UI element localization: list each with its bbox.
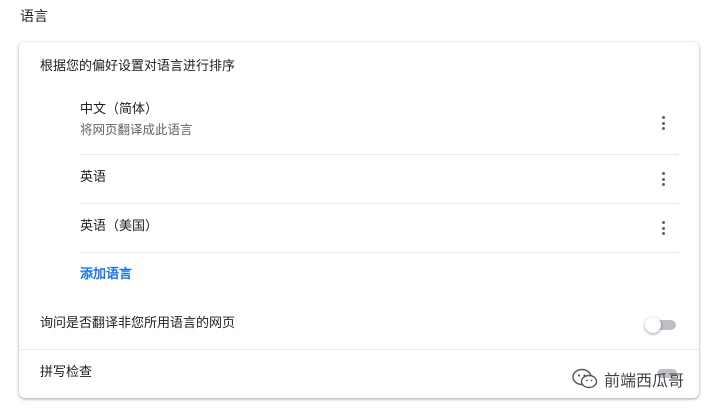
languages-section-title: 语言 (20, 9, 48, 25)
more-vert-icon-dot (661, 183, 665, 186)
wechat-icon (572, 368, 598, 389)
divider (80, 252, 679, 253)
offer-translate-label: 询问是否翻译非您所用语言的网页 (40, 316, 236, 331)
more-vert-icon (661, 221, 665, 224)
language-item-english-us: 英语（美国） (80, 204, 679, 252)
more-vert-icon-dot (661, 226, 665, 230)
language-item-chinese-simplified: 中文（简体） 将网页翻译成此语言 (80, 100, 679, 146)
language-name: 中文（简体） (80, 102, 159, 117)
more-vert-icon (661, 172, 665, 175)
language-item-english: 英语 (80, 155, 679, 203)
divider (19, 349, 699, 350)
more-actions-button[interactable] (651, 216, 675, 240)
add-language-button[interactable]: 添加语言 (80, 266, 132, 284)
spell-check-label: 拼写检查 (40, 365, 93, 380)
offer-translate-toggle[interactable] (645, 317, 677, 333)
watermark-text: 前端西瓜哥 (604, 371, 685, 390)
toggle-knob (645, 317, 661, 333)
more-actions-button[interactable] (651, 167, 675, 191)
language-name: 英语（美国） (80, 219, 159, 234)
language-subtitle: 将网页翻译成此语言 (80, 122, 193, 137)
more-vert-icon-dot (661, 232, 665, 235)
settings-page: 语言 根据您的偏好设置对语言进行排序 中文（简体） 将网页翻译成此语言 英语 英… (0, 0, 713, 410)
more-vert-icon-dot (661, 127, 665, 130)
more-vert-icon-dot (661, 177, 665, 181)
watermark: 前端西瓜哥 (572, 366, 684, 392)
more-vert-icon-dot (661, 121, 665, 125)
language-order-heading: 根据您的偏好设置对语言进行排序 (40, 59, 236, 74)
more-vert-icon (661, 116, 665, 119)
languages-card: 根据您的偏好设置对语言进行排序 中文（简体） 将网页翻译成此语言 英语 英语（美… (19, 42, 699, 398)
more-actions-button[interactable] (651, 111, 675, 135)
language-name: 英语 (80, 170, 107, 185)
